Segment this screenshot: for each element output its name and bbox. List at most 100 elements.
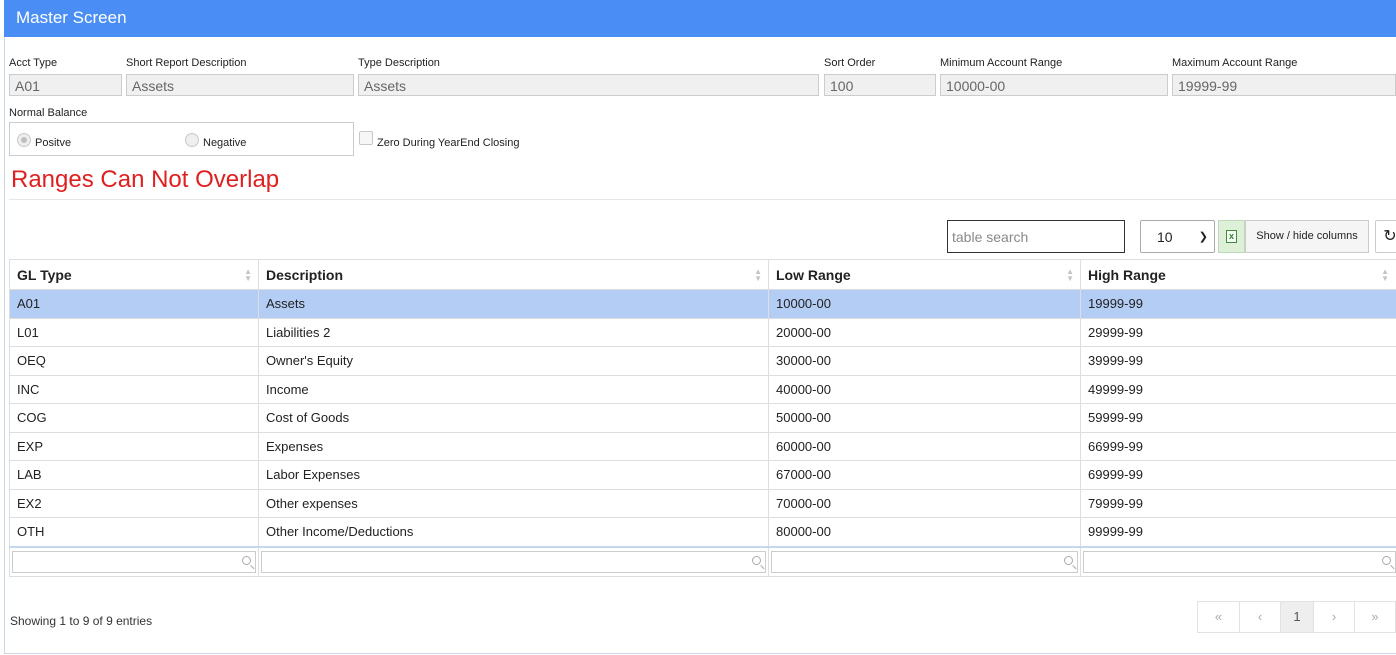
acct-type-field[interactable]: A01	[9, 74, 122, 96]
cell-low-range: 67000-00	[768, 460, 1081, 490]
table-row[interactable]: EXP Expenses 60000-00 66999-99	[9, 431, 1396, 461]
cell-gl-type: COG	[9, 403, 259, 433]
first-page-button[interactable]: «	[1197, 601, 1240, 633]
cell-high-range: 69999-99	[1080, 460, 1396, 490]
sort-icon: ▲ ▼	[1381, 267, 1389, 283]
sort-order-field[interactable]: 100	[824, 74, 936, 96]
max-range-field[interactable]: 19999-99	[1172, 74, 1396, 96]
prev-page-button[interactable]: ‹	[1239, 601, 1281, 633]
header-low-range[interactable]: Low Range ▲ ▼	[768, 259, 1081, 290]
chevron-down-icon: ❯	[1198, 231, 1208, 243]
max-range-label: Maximum Account Range	[1172, 57, 1298, 69]
normal-balance-label: Normal Balance	[9, 107, 88, 119]
refresh-icon: ↻	[1383, 228, 1396, 245]
cell-description: Income	[258, 374, 769, 404]
cell-low-range: 40000-00	[768, 374, 1081, 404]
positive-radio-label: Positve	[35, 137, 72, 149]
overlap-warning: Ranges Can Not Overlap	[11, 166, 280, 193]
search-icon	[1382, 555, 1391, 565]
filter-cell	[258, 545, 769, 577]
next-page-button[interactable]: ›	[1313, 601, 1355, 633]
normal-balance-group: Positve Negative	[9, 122, 354, 156]
export-excel-button[interactable]: x	[1218, 220, 1245, 253]
last-page-button[interactable]: »	[1354, 601, 1396, 633]
cell-gl-type: OTH	[9, 517, 259, 547]
cell-high-range: 49999-99	[1080, 374, 1396, 404]
cell-description: Expenses	[258, 431, 769, 461]
cell-low-range: 60000-00	[768, 431, 1081, 461]
zero-closing-checkbox[interactable]	[359, 131, 373, 145]
entries-info: Showing 1 to 9 of 9 entries	[10, 614, 153, 628]
negative-radio-label: Negative	[203, 137, 247, 149]
search-icon	[1064, 555, 1073, 565]
table-header-row: GL Type ▲ ▼ Description ▲ ▼ Low Range ▲ ▼ High…	[9, 259, 1396, 290]
header-high-range[interactable]: High Range ▲ ▼	[1080, 259, 1396, 290]
zero-closing-label: Zero During YearEnd Closing	[377, 137, 520, 149]
gl-types-table: GL Type ▲ ▼ Description ▲ ▼ Low Range ▲ ▼ High…	[9, 259, 1396, 577]
acct-type-label: Acct Type	[9, 57, 58, 69]
cell-high-range: 79999-99	[1080, 488, 1396, 518]
cell-description: Owner's Equity	[258, 346, 769, 376]
sort-icon: ▲ ▼	[754, 267, 762, 283]
table-row[interactable]: A01 Assets 10000-00 19999-99	[9, 289, 1396, 319]
cell-high-range: 39999-99	[1080, 346, 1396, 376]
page-size-value: 10	[1157, 229, 1173, 245]
table-row[interactable]: L01 Liabilities 2 20000-00 29999-99	[9, 317, 1396, 347]
table-row[interactable]: OEQ Owner's Equity 30000-00 39999-99	[9, 346, 1396, 376]
cell-high-range: 19999-99	[1080, 289, 1396, 319]
cell-low-range: 30000-00	[768, 346, 1081, 376]
table-row[interactable]: LAB Labor Expenses 67000-00 69999-99	[9, 460, 1396, 490]
page-1-button[interactable]: 1	[1280, 601, 1314, 633]
cell-gl-type: OEQ	[9, 346, 259, 376]
type-desc-field[interactable]: Assets	[358, 74, 819, 96]
low-range-filter-input[interactable]	[771, 550, 1078, 573]
filter-cell	[768, 545, 1081, 577]
divider	[9, 199, 1396, 200]
table-row[interactable]: COG Cost of Goods 50000-00 59999-99	[9, 403, 1396, 433]
sort-order-label: Sort Order	[824, 57, 876, 69]
cell-description: Other expenses	[258, 488, 769, 518]
header-label: Description	[266, 266, 344, 283]
cell-gl-type: EX2	[9, 488, 259, 518]
cell-low-range: 80000-00	[768, 517, 1081, 547]
positive-radio[interactable]	[17, 133, 31, 147]
table-row[interactable]: EX2 Other expenses 70000-00 79999-99	[9, 488, 1396, 518]
short-desc-field[interactable]: Assets	[126, 74, 354, 96]
cell-gl-type: INC	[9, 374, 259, 404]
cell-gl-type: EXP	[9, 431, 259, 461]
negative-radio[interactable]	[185, 133, 199, 147]
excel-icon: x	[1226, 230, 1237, 243]
search-icon	[242, 555, 251, 565]
header-label: GL Type	[17, 266, 72, 283]
cell-high-range: 66999-99	[1080, 431, 1396, 461]
refresh-button[interactable]: ↻	[1375, 220, 1396, 253]
cell-gl-type: L01	[9, 317, 259, 347]
title-bar: Master Screen	[4, 0, 1396, 37]
high-range-filter-input[interactable]	[1083, 550, 1396, 573]
header-description[interactable]: Description ▲ ▼	[258, 259, 769, 290]
cell-high-range: 99999-99	[1080, 517, 1396, 547]
gl-type-filter-input[interactable]	[12, 550, 256, 573]
table-row[interactable]: OTH Other Income/Deductions 80000-00 99999-…	[9, 517, 1396, 547]
min-range-label: Minimum Account Range	[940, 57, 1063, 69]
page-size-select[interactable]: 10 ❯	[1140, 220, 1215, 253]
cell-gl-type: A01	[9, 289, 259, 319]
table-row[interactable]: INC Income 40000-00 49999-99	[9, 374, 1396, 404]
pagination: « ‹ 1 › »	[1197, 601, 1396, 633]
header-gl-type[interactable]: GL Type ▲ ▼	[9, 259, 259, 290]
description-filter-input[interactable]	[261, 550, 766, 573]
cell-description: Other Income/Deductions	[258, 517, 769, 547]
column-filter-row	[9, 545, 1396, 577]
search-icon	[752, 555, 761, 565]
filter-cell	[9, 545, 259, 577]
cell-low-range: 10000-00	[768, 289, 1081, 319]
filter-cell	[1080, 545, 1396, 577]
short-desc-label: Short Report Description	[126, 57, 247, 69]
min-range-field[interactable]: 10000-00	[940, 74, 1168, 96]
table-search-input[interactable]: table search	[947, 220, 1125, 253]
cell-low-range: 70000-00	[768, 488, 1081, 518]
cell-description: Assets	[258, 289, 769, 319]
show-hide-columns-button[interactable]: Show / hide columns	[1245, 220, 1369, 253]
header-label: Low Range	[776, 266, 851, 283]
header-label: High Range	[1088, 266, 1166, 283]
